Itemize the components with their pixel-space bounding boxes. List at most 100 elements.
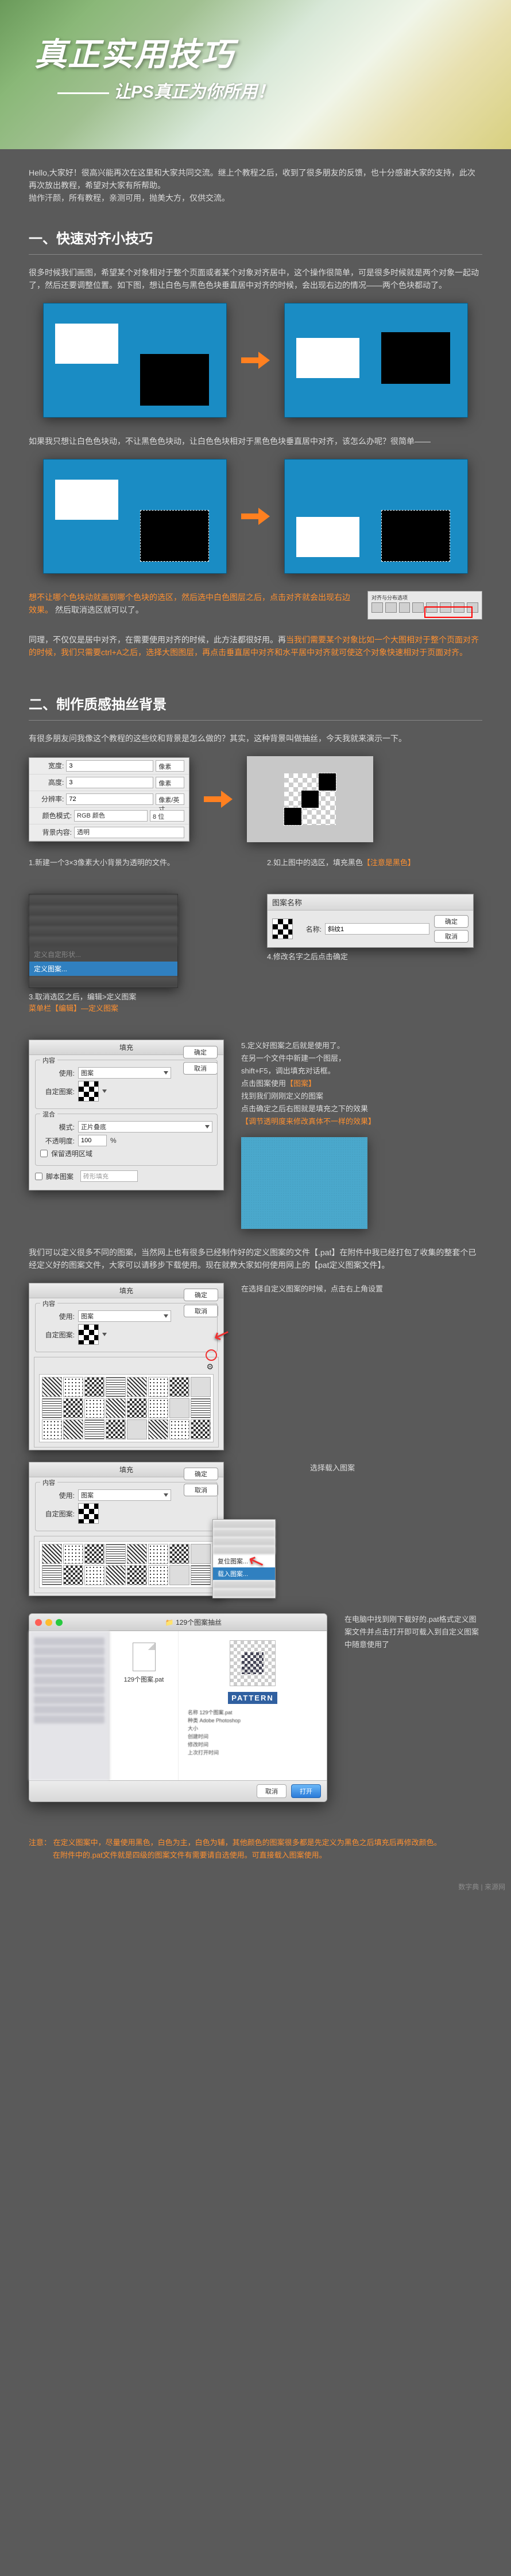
pattern-item[interactable] (84, 1398, 104, 1418)
pattern-item[interactable] (191, 1377, 211, 1397)
pattern-item[interactable] (106, 1419, 126, 1439)
align-hcenter-button[interactable] (385, 602, 397, 613)
pattern-item[interactable] (42, 1419, 62, 1439)
pattern-name-input[interactable] (325, 923, 429, 935)
pattern-item[interactable] (106, 1544, 126, 1564)
pattern-item[interactable] (191, 1419, 211, 1439)
script-pattern-checkbox[interactable] (35, 1173, 42, 1180)
width-unit[interactable]: 像素 (156, 760, 184, 772)
use-select[interactable]: 图案 (78, 1310, 171, 1322)
pattern-item[interactable] (106, 1377, 126, 1397)
pattern-item[interactable] (148, 1544, 168, 1564)
align-right-button[interactable] (399, 602, 411, 613)
preserve-transparency-checkbox[interactable] (40, 1150, 48, 1157)
pattern-item[interactable] (127, 1565, 147, 1585)
pattern-item[interactable] (127, 1398, 147, 1418)
file-item[interactable]: 129个图案.pat (110, 1631, 179, 1780)
pattern-item[interactable] (191, 1544, 211, 1564)
menu-item-blurred[interactable] (213, 1546, 275, 1554)
menu-item-blurred[interactable] (29, 977, 177, 986)
pattern-item[interactable] (169, 1544, 189, 1564)
cancel-button[interactable]: 取消 (257, 1784, 287, 1798)
resolution-unit[interactable]: 像素/英寸 (156, 793, 184, 805)
menu-item-blurred[interactable] (29, 916, 177, 925)
cancel-button[interactable]: 取消 (434, 930, 469, 943)
pattern-item[interactable] (169, 1419, 189, 1439)
script-select[interactable]: 砖形填充 (80, 1170, 138, 1182)
menu-item-blurred[interactable] (29, 896, 177, 905)
pattern-item[interactable] (84, 1544, 104, 1564)
pattern-item[interactable] (63, 1377, 83, 1397)
gear-icon[interactable]: ⚙ (206, 1362, 214, 1372)
pattern-item[interactable] (169, 1377, 189, 1397)
distribute-button[interactable] (454, 602, 465, 613)
minimize-icon[interactable] (45, 1619, 52, 1626)
pattern-item[interactable] (84, 1377, 104, 1397)
resolution-input[interactable] (66, 793, 153, 805)
height-unit[interactable]: 像素 (156, 777, 184, 788)
pattern-item[interactable] (42, 1565, 62, 1585)
menu-item-blurred[interactable] (213, 1538, 275, 1546)
align-vcenter-button[interactable] (426, 602, 438, 613)
pattern-item[interactable] (191, 1398, 211, 1418)
info-size: 大小 (188, 1725, 318, 1733)
chevron-down-icon[interactable] (102, 1089, 107, 1093)
pattern-item[interactable] (191, 1565, 211, 1585)
pattern-item[interactable] (169, 1565, 189, 1585)
ok-button[interactable]: 确定 (184, 1289, 218, 1301)
pattern-item[interactable] (148, 1565, 168, 1585)
pattern-item[interactable] (127, 1377, 147, 1397)
menu-item-blurred[interactable] (213, 1589, 275, 1597)
pattern-item[interactable] (148, 1419, 168, 1439)
align-bottom-button[interactable] (440, 602, 451, 613)
ok-button[interactable]: 确定 (184, 1468, 218, 1480)
pattern-item[interactable] (169, 1398, 189, 1418)
pattern-item[interactable] (106, 1565, 126, 1585)
pattern-item[interactable] (84, 1419, 104, 1439)
file-info-panel: PATTERN 名称 129个图案.pat 种类 Adobe Photoshop… (179, 1631, 327, 1780)
height-input[interactable] (66, 777, 153, 788)
ok-button[interactable]: 确定 (434, 915, 469, 928)
close-icon[interactable] (35, 1619, 42, 1626)
pattern-item[interactable] (148, 1398, 168, 1418)
colormode-select[interactable]: RGB 颜色 (74, 810, 148, 822)
pattern-swatch[interactable] (78, 1081, 99, 1102)
menu-item-define-shape[interactable]: 定义自定形状... (29, 947, 177, 962)
pattern-item[interactable] (63, 1398, 83, 1418)
pattern-item[interactable] (42, 1398, 62, 1418)
bit-select[interactable]: 8 位 (150, 810, 184, 822)
pattern-item[interactable] (63, 1544, 83, 1564)
pattern-item[interactable] (42, 1544, 62, 1564)
pattern-item[interactable] (63, 1565, 83, 1585)
width-input[interactable] (66, 760, 153, 772)
pattern-item[interactable] (127, 1419, 147, 1439)
align-left-button[interactable] (371, 602, 383, 613)
open-button[interactable]: 打开 (291, 1784, 321, 1798)
pattern-swatch[interactable] (78, 1503, 99, 1524)
pattern-item[interactable] (84, 1565, 104, 1585)
pattern-item[interactable] (63, 1419, 83, 1439)
pattern-item[interactable] (127, 1544, 147, 1564)
opacity-input[interactable] (78, 1135, 107, 1146)
menu-item-blurred[interactable] (29, 937, 177, 946)
colormode-label: 颜色模式: (34, 811, 74, 820)
pattern-item[interactable] (148, 1377, 168, 1397)
pattern-item[interactable] (106, 1398, 126, 1418)
pattern-item[interactable] (42, 1377, 62, 1397)
bg-select[interactable]: 透明 (74, 827, 184, 838)
pattern-swatch[interactable] (78, 1324, 99, 1345)
menu-item-blurred[interactable] (213, 1581, 275, 1589)
menu-item-blurred[interactable] (29, 927, 177, 936)
distribute-button[interactable] (467, 602, 478, 613)
menu-item-blurred[interactable] (213, 1520, 275, 1528)
blendmode-select[interactable]: 正片叠底 (78, 1121, 212, 1133)
ok-button[interactable]: 确定 (183, 1046, 218, 1059)
menu-item-define-pattern[interactable]: 定义图案... (29, 962, 177, 976)
use-select[interactable]: 图案 (78, 1067, 171, 1079)
use-select[interactable]: 图案 (78, 1489, 171, 1501)
maximize-icon[interactable] (56, 1619, 63, 1626)
menu-item-blurred[interactable] (213, 1529, 275, 1537)
chevron-down-icon[interactable] (102, 1333, 107, 1336)
align-top-button[interactable] (412, 602, 424, 613)
menu-item-blurred[interactable] (29, 906, 177, 915)
